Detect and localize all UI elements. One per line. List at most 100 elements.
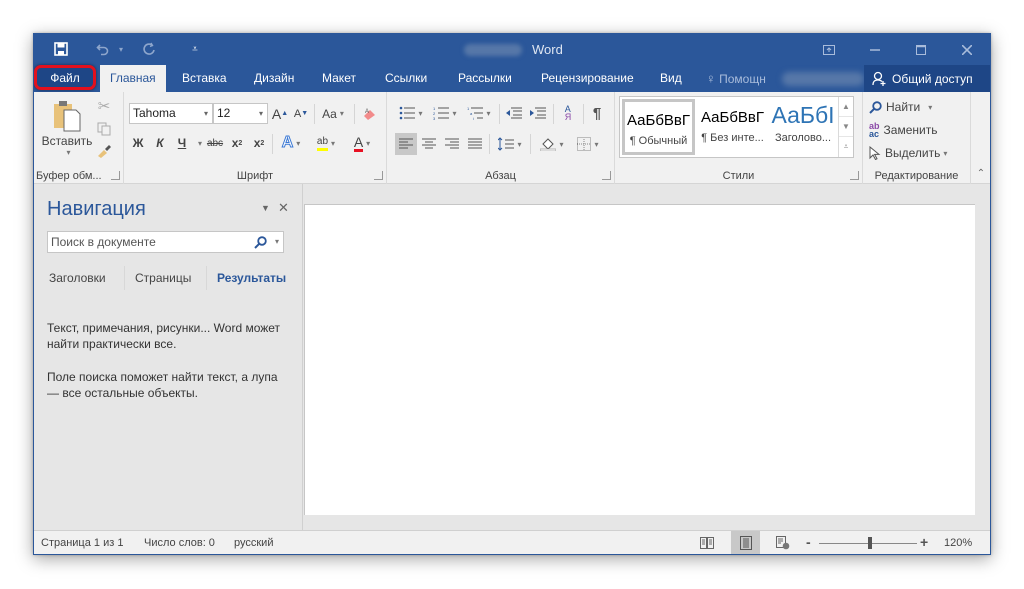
underline-button[interactable]: Ч: [174, 132, 190, 154]
zoom-out-button[interactable]: -: [806, 534, 811, 550]
save-icon[interactable]: [52, 40, 70, 58]
scroll-up-icon[interactable]: ▲: [839, 97, 853, 117]
chevron-down-icon: ▾: [366, 138, 371, 148]
find-button[interactable]: Найти ▾: [869, 97, 932, 117]
align-left-button[interactable]: [395, 133, 417, 155]
tab-file[interactable]: Файл: [34, 65, 96, 90]
tab-references[interactable]: Ссылки: [375, 65, 437, 92]
more-styles-icon[interactable]: ⩡: [839, 137, 853, 157]
bold-button[interactable]: Ж: [130, 132, 146, 154]
decrease-indent-button[interactable]: [503, 103, 525, 123]
tab-design[interactable]: Дизайн: [244, 65, 304, 92]
tell-me-box[interactable]: ♀ Помощн: [706, 65, 766, 92]
font-name-combo[interactable]: Tahoma ▾: [129, 103, 213, 124]
divider: [530, 134, 531, 154]
style-sample: АаБбI: [771, 102, 835, 128]
borders-button[interactable]: ▾: [571, 133, 605, 155]
tab-review[interactable]: Рецензирование: [531, 65, 644, 92]
change-case-button[interactable]: Aa ▾: [318, 103, 348, 124]
document-page[interactable]: [304, 204, 975, 515]
multilevel-list-icon: 1ai: [467, 106, 484, 120]
shading-button[interactable]: ▾: [535, 133, 569, 155]
font-size-combo[interactable]: 12 ▾: [213, 103, 268, 124]
close-icon[interactable]: [944, 34, 990, 65]
tab-layout[interactable]: Макет: [312, 65, 366, 92]
font-color-button[interactable]: A ▾: [346, 132, 378, 154]
maximize-icon[interactable]: [898, 34, 944, 65]
font-launcher-icon[interactable]: [374, 171, 383, 180]
zoom-level[interactable]: 120%: [944, 537, 972, 549]
page-count[interactable]: Страница 1 из 1: [41, 537, 123, 549]
paragraph-group-label: Абзац: [485, 170, 516, 182]
align-left-icon: [399, 138, 413, 149]
tab-insert[interactable]: Вставка: [172, 65, 237, 92]
increase-indent-button[interactable]: [527, 103, 549, 123]
title-bar: ▾ ⩡ Word: [34, 34, 990, 65]
subscript-button[interactable]: x2: [228, 132, 246, 154]
superscript-button[interactable]: x2: [250, 132, 268, 154]
file-tab-label: Файл: [50, 70, 80, 85]
clipboard-launcher-icon[interactable]: [111, 171, 120, 180]
collapse-ribbon-icon[interactable]: ⌃: [974, 166, 988, 180]
grow-font-button[interactable]: A ▲: [271, 103, 289, 124]
align-right-button[interactable]: [441, 133, 463, 155]
chevron-down-icon: ▾: [331, 138, 336, 148]
print-layout-icon[interactable]: [731, 531, 760, 554]
search-options-icon[interactable]: ▾: [275, 232, 279, 252]
shrink-font-button[interactable]: A ▼: [292, 103, 310, 124]
copy-icon[interactable]: [94, 119, 114, 139]
divider: [124, 266, 125, 290]
numbering-button[interactable]: 1 2 3 ▾: [429, 103, 461, 123]
ribbon-tabs: Главная Вставка Дизайн Макет Ссылки Расс…: [34, 65, 990, 92]
line-spacing-button[interactable]: ▾: [493, 133, 527, 155]
style-no-spacing[interactable]: АаБбВвГ ¶ Без инте...: [696, 99, 769, 155]
sort-button[interactable]: АЯ: [557, 103, 579, 123]
tab-mailings[interactable]: Рассылки: [448, 65, 522, 92]
web-layout-icon[interactable]: [770, 531, 796, 554]
share-button[interactable]: Общий доступ: [864, 65, 990, 92]
style-normal[interactable]: АаБбВвГ ¶ Обычный: [622, 99, 695, 155]
align-center-button[interactable]: [418, 133, 440, 155]
style-heading-1[interactable]: АаБбI Заголово...: [768, 99, 838, 155]
close-pane-icon[interactable]: ✕: [278, 200, 289, 216]
highlight-color-button[interactable]: ab ▾: [310, 132, 342, 154]
zoom-slider-thumb[interactable]: [868, 537, 872, 549]
select-button[interactable]: Выделить ▾: [869, 143, 947, 163]
undo-dropdown-icon[interactable]: ▾: [112, 40, 130, 58]
redo-icon[interactable]: [140, 40, 158, 58]
search-document-input[interactable]: Поиск в документе ▾: [47, 231, 284, 253]
clear-formatting-button[interactable]: A: [360, 103, 380, 124]
paragraph-launcher-icon[interactable]: [602, 171, 611, 180]
italic-button[interactable]: К: [152, 132, 168, 154]
zoom-in-button[interactable]: +: [920, 534, 928, 550]
search-icon[interactable]: [254, 232, 267, 255]
read-mode-icon[interactable]: [694, 531, 720, 554]
customize-qat-icon[interactable]: ⩡: [186, 40, 204, 58]
multilevel-list-button[interactable]: 1 a i ▾: [463, 103, 495, 123]
bullets-button[interactable]: ▾: [395, 103, 427, 123]
justify-button[interactable]: [464, 133, 486, 155]
language[interactable]: русский: [234, 537, 273, 549]
pane-options-icon[interactable]: ▼: [261, 203, 270, 213]
nav-tab-results[interactable]: Результаты: [217, 271, 286, 285]
line-spacing-icon: [498, 137, 515, 151]
undo-icon[interactable]: [94, 40, 112, 58]
show-formatting-marks-button[interactable]: ¶: [587, 103, 607, 123]
nav-tab-headings[interactable]: Заголовки: [49, 271, 106, 285]
text-effects-button[interactable]: A ▾: [276, 132, 306, 154]
tab-home[interactable]: Главная: [100, 65, 166, 92]
chevron-down-icon: ▾: [418, 108, 423, 118]
scroll-down-icon[interactable]: ▼: [839, 117, 853, 137]
nav-tab-pages[interactable]: Страницы: [135, 271, 191, 285]
strikethrough-button[interactable]: abc: [204, 132, 226, 154]
cut-icon[interactable]: ✂: [94, 96, 114, 116]
styles-launcher-icon[interactable]: [850, 171, 859, 180]
ribbon-display-options-icon[interactable]: [806, 34, 852, 65]
word-count[interactable]: Число слов: 0: [144, 537, 215, 549]
tab-view[interactable]: Вид: [650, 65, 692, 92]
replace-button[interactable]: ab ac Заменить: [869, 120, 937, 140]
format-painter-icon[interactable]: [94, 140, 114, 160]
minimize-icon[interactable]: [852, 34, 898, 65]
paste-button[interactable]: Вставить ▾: [38, 96, 96, 160]
chevron-down-icon: ▾: [517, 139, 522, 149]
